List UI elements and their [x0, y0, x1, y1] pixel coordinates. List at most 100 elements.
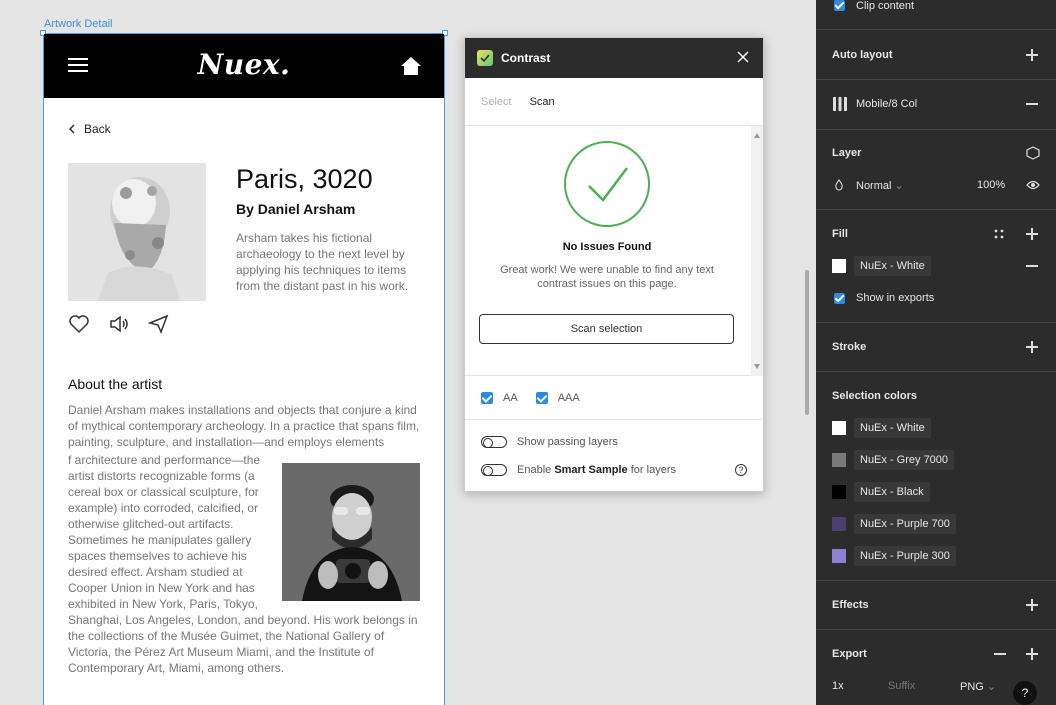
- smart-sample-label: Enable Smart Sample for layers: [517, 464, 676, 476]
- about-artist-heading: About the artist: [68, 376, 163, 392]
- scan-selection-button[interactable]: Scan selection: [479, 314, 734, 344]
- color-style-chip[interactable]: NuEx - Black: [854, 482, 930, 502]
- result-message: Great work! We were unable to find any t…: [500, 264, 714, 290]
- fill-title: Fill: [832, 228, 848, 240]
- fill-style-chip[interactable]: NuEx - White: [854, 256, 931, 276]
- plugin-tabs: Select Scan: [465, 78, 763, 126]
- help-button[interactable]: ?: [1013, 681, 1037, 705]
- artist-photo: [282, 463, 420, 601]
- color-style-chip[interactable]: NuEx - Purple 300: [854, 546, 956, 566]
- frame-label[interactable]: Artwork Detail: [44, 18, 112, 30]
- canvas-scrollbar[interactable]: [805, 270, 809, 415]
- smart-sample-suffix: for layers: [627, 464, 676, 476]
- aaa-checkbox[interactable]: AAA: [535, 391, 580, 404]
- auto-layout-section: Auto layout: [816, 30, 1056, 80]
- layer-title: Layer: [832, 147, 862, 159]
- tab-select[interactable]: Select: [481, 96, 512, 108]
- layer-section: Layer Normal ⌄ 100%: [816, 130, 1056, 210]
- export-format-select[interactable]: PNG ⌄: [960, 680, 996, 693]
- artwork-image: [68, 163, 206, 301]
- contrast-plugin-window: Contrast Select Scan No Issues Found Gre…: [464, 37, 764, 492]
- chevron-down-icon: ⌄: [986, 681, 997, 693]
- show-passing-toggle[interactable]: [481, 436, 507, 448]
- column-grid-icon[interactable]: [832, 96, 848, 112]
- opacity-value[interactable]: 100%: [977, 179, 1005, 191]
- app-header: Nuex.: [44, 34, 444, 98]
- clip-content-label: Clip content: [856, 0, 915, 12]
- layout-grid-section: Mobile/8 Col: [816, 80, 1056, 130]
- success-check-icon: [564, 141, 650, 227]
- artist-bio-paragraph: Daniel Arsham makes installations and ob…: [68, 403, 420, 449]
- eye-icon[interactable]: [1026, 179, 1040, 191]
- remove-export-icon[interactable]: [994, 648, 1006, 660]
- chevron-down-icon: ⌄: [894, 180, 904, 192]
- sculpture-bust-image: [68, 163, 206, 301]
- color-style-chip[interactable]: NuEx - White: [854, 418, 931, 438]
- component-icon[interactable]: [1026, 146, 1040, 160]
- close-icon[interactable]: [735, 49, 751, 65]
- add-auto-layout-icon[interactable]: [1026, 49, 1038, 61]
- export-scale[interactable]: 1x: [832, 680, 844, 692]
- add-fill-icon[interactable]: [1026, 228, 1038, 240]
- color-swatch[interactable]: [832, 549, 846, 563]
- auto-layout-title: Auto layout: [832, 49, 893, 61]
- color-swatch[interactable]: [832, 517, 846, 531]
- help-icon[interactable]: ?: [735, 464, 747, 476]
- show-passing-toggle-row[interactable]: Show passing layers: [481, 436, 618, 448]
- fill-swatch[interactable]: [832, 259, 846, 273]
- color-style-chip[interactable]: NuEx - Grey 7000: [854, 450, 955, 470]
- remove-fill-icon[interactable]: [1026, 260, 1038, 272]
- add-export-icon[interactable]: [1026, 648, 1038, 660]
- color-swatch[interactable]: [832, 421, 846, 435]
- smart-sample-bold: Smart Sample: [554, 464, 628, 476]
- blend-mode-select[interactable]: Normal ⌄: [856, 179, 904, 192]
- contrast-logo-icon: [477, 50, 493, 66]
- selection-colors-title: Selection colors: [832, 390, 917, 402]
- clip-content-section: Clip content: [816, 0, 1056, 30]
- color-style-chip[interactable]: NuEx - Purple 700: [854, 514, 956, 534]
- home-icon[interactable]: [400, 56, 422, 76]
- fill-section: Fill NuEx - White Show in exports: [816, 210, 1056, 323]
- export-suffix-input[interactable]: Suffix: [888, 680, 915, 692]
- artwork-detail-frame[interactable]: Nuex. Back Paris, 3020 By Daniel Arsham …: [40, 30, 448, 705]
- clip-content-checkbox[interactable]: [834, 0, 845, 11]
- smart-sample-toggle[interactable]: [481, 464, 507, 476]
- aa-checkbox[interactable]: AA: [481, 391, 518, 404]
- tab-scan[interactable]: Scan: [530, 96, 555, 108]
- export-format-value: PNG: [960, 681, 984, 693]
- smart-sample-prefix: Enable: [517, 464, 555, 476]
- back-label: Back: [84, 122, 111, 136]
- aaa-label: AAA: [557, 391, 580, 404]
- color-swatch[interactable]: [832, 453, 846, 467]
- brand-logo: Nuex.: [197, 48, 291, 81]
- stroke-section: Stroke: [816, 323, 1056, 372]
- plugin-header[interactable]: Contrast: [465, 38, 763, 78]
- add-effect-icon[interactable]: [1026, 599, 1038, 611]
- add-stroke-icon[interactable]: [1026, 341, 1038, 353]
- scan-result-area: No Issues Found Great work! We were unab…: [465, 126, 763, 376]
- export-title: Export: [832, 648, 867, 660]
- show-passing-label: Show passing layers: [517, 436, 618, 448]
- style-grid-icon[interactable]: [994, 229, 1004, 239]
- layout-grid-label[interactable]: Mobile/8 Col: [856, 98, 917, 110]
- properties-panel: Clip content Auto layout Mobile/8 Col La…: [816, 0, 1056, 705]
- color-swatch[interactable]: [832, 485, 846, 499]
- show-in-exports-checkbox[interactable]: [834, 293, 845, 304]
- speaker-icon[interactable]: [108, 314, 130, 334]
- artwork-actions: [68, 314, 170, 334]
- smart-sample-toggle-row[interactable]: Enable Smart Sample for layers: [481, 464, 676, 476]
- back-link[interactable]: Back: [68, 122, 111, 136]
- plugin-title: Contrast: [501, 51, 551, 65]
- heart-icon[interactable]: [68, 314, 90, 334]
- artwork-description: Arsham takes his fictional archaeology t…: [236, 231, 409, 293]
- selection-colors-section: Selection colors NuEx - White NuEx - Gre…: [816, 372, 1056, 581]
- design-canvas[interactable]: Artwork Detail Nuex. Back Paris, 3020 By…: [0, 0, 816, 705]
- stroke-title: Stroke: [832, 341, 867, 353]
- plugin-scrollbar[interactable]: [751, 126, 763, 376]
- artwork-title: Paris, 3020: [236, 164, 373, 194]
- share-icon[interactable]: [148, 314, 170, 334]
- remove-grid-icon[interactable]: [1026, 98, 1038, 110]
- checkbox-checked-icon: [481, 391, 493, 404]
- artwork-artist: By Daniel Arsham: [236, 201, 356, 217]
- show-in-exports-label: Show in exports: [856, 292, 935, 304]
